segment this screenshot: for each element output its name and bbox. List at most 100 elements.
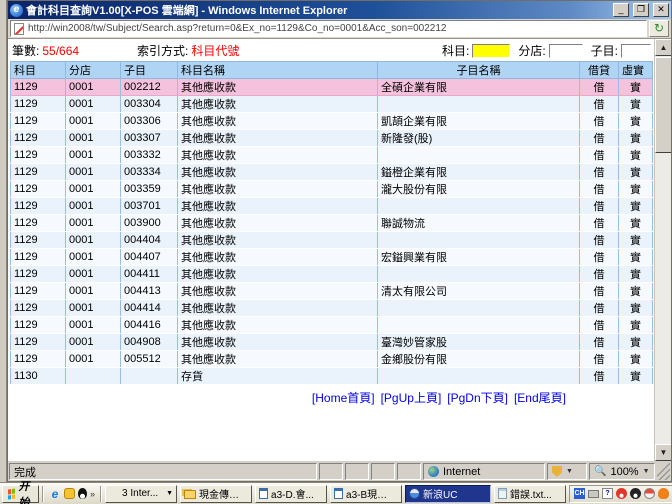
table-row[interactable]: 1129 0001 004416 其他應收款 借 實 — [11, 317, 653, 334]
index-mode-label: 索引方式: — [137, 42, 188, 59]
table-row[interactable]: 1129 0001 003307 其他應收款 新隆發(股) 借 實 — [11, 130, 653, 147]
cell-subject-name: 其他應收款 — [178, 113, 378, 130]
table-row[interactable]: 1129 0001 003304 其他應收款 借 實 — [11, 96, 653, 113]
subitem-field-label: 子目: — [591, 42, 618, 59]
table-row[interactable]: 1130 存貨 借 實 — [11, 368, 653, 385]
qq-black-icon[interactable] — [630, 488, 641, 499]
cell-subitem-name: 臺灣妙管家股 — [378, 334, 580, 351]
uc-quicklaunch-icon[interactable] — [64, 488, 75, 499]
maximize-button[interactable]: ❐ — [633, 3, 649, 17]
cell-real-virtual: 實 — [619, 147, 653, 164]
pagination: [Home首頁] [PgUp上頁] [PgDn下頁] [End尾頁] — [10, 389, 652, 406]
zoom-control-pane[interactable]: 🔍 100% ▼ — [589, 463, 655, 480]
branch-input[interactable] — [549, 44, 583, 58]
cell-debit-credit: 借 — [580, 181, 619, 198]
table-row[interactable]: 1129 0001 003334 其他應收款 鎰橙企業有限 借 實 — [11, 164, 653, 181]
overflow-chevron-icon[interactable]: » — [90, 489, 95, 499]
cell-subject-name: 其他應收款 — [178, 181, 378, 198]
scrollbar-thumb[interactable] — [655, 57, 671, 153]
index-mode-value: 科目代號 — [191, 42, 239, 59]
table-row[interactable]: 1129 0001 003701 其他應收款 借 實 — [11, 198, 653, 215]
cell-debit-credit: 借 — [580, 300, 619, 317]
address-input[interactable]: http://win2008/tw/Subject/Search.asp?ret… — [10, 20, 647, 37]
start-button[interactable]: 开始 — [2, 485, 39, 503]
branch-field-label: 分店: — [518, 42, 545, 59]
cell-subject-code: 1129 — [11, 198, 66, 215]
uc-icon — [409, 488, 420, 499]
taskbar-divider — [42, 486, 44, 502]
taskbar-button[interactable]: 3 Inter... ▼ — [105, 485, 177, 503]
table-row[interactable]: 1129 0001 004414 其他應收款 借 實 — [11, 300, 653, 317]
cell-subitem-name — [378, 147, 580, 164]
table-row[interactable]: 1129 0001 002212 其他應收款 全碩企業有限 借 實 — [11, 79, 653, 96]
cell-subitem-code: 004908 — [121, 334, 178, 351]
taskbar-button[interactable]: 現金傳票... — [180, 485, 252, 503]
cell-real-virtual: 實 — [619, 283, 653, 300]
subitem-input[interactable] — [621, 44, 651, 58]
vertical-scrollbar[interactable]: ▲ ▼ — [654, 39, 671, 461]
pagination-link[interactable]: [Home首頁] — [312, 391, 375, 405]
cell-subject-code: 1129 — [11, 113, 66, 130]
protected-mode-pane[interactable]: ▼ — [547, 463, 587, 480]
cell-subitem-name — [378, 368, 580, 385]
status-pane — [345, 463, 369, 480]
qq-quicklaunch-icon[interactable] — [78, 488, 87, 499]
cell-branch-code: 0001 — [66, 283, 121, 300]
pagination-link[interactable]: [End尾頁] — [514, 391, 566, 405]
qq-red-icon[interactable] — [616, 488, 627, 499]
title-bar[interactable]: e 會計科目查詢V1.00[X-POS 雲端網] - Windows Inter… — [8, 1, 671, 19]
table-row[interactable]: 1129 0001 003332 其他應收款 借 實 — [11, 147, 653, 164]
subject-input[interactable] — [472, 44, 510, 58]
table-row[interactable]: 1129 0001 004404 其他應收款 借 實 — [11, 232, 653, 249]
cell-debit-credit: 借 — [580, 113, 619, 130]
cell-subject-name: 其他應收款 — [178, 334, 378, 351]
table-row[interactable]: 1129 0001 004908 其他應收款 臺灣妙管家股 借 實 — [11, 334, 653, 351]
flame-icon[interactable] — [658, 488, 669, 499]
cell-real-virtual: 實 — [619, 266, 653, 283]
cell-subitem-code: 003701 — [121, 198, 178, 215]
printer-icon[interactable] — [588, 490, 599, 498]
status-text: 完成 — [9, 463, 317, 480]
status-pane — [371, 463, 395, 480]
cell-branch-code: 0001 — [66, 147, 121, 164]
taskbar-button[interactable]: 新浪UC — [405, 485, 491, 503]
cell-subitem-name: 鎰橙企業有限 — [378, 164, 580, 181]
lang-ch-icon[interactable]: CH — [574, 488, 585, 499]
doc-icon — [259, 488, 268, 499]
table-row[interactable]: 1129 0001 004413 其他應收款 清太有限公司 借 實 — [11, 283, 653, 300]
cell-subject-name: 其他應收款 — [178, 232, 378, 249]
taskbar-button[interactable]: a3-B現金... — [330, 485, 402, 503]
scroll-down-button[interactable]: ▼ — [655, 444, 671, 461]
cell-branch-code: 0001 — [66, 96, 121, 113]
cell-debit-credit: 借 — [580, 334, 619, 351]
scroll-up-button[interactable]: ▲ — [655, 39, 671, 56]
cell-subitem-name — [378, 317, 580, 334]
quick-launch: e » — [47, 488, 97, 500]
pagination-link[interactable]: [PgDn下頁] — [447, 391, 508, 405]
taskbar-button[interactable]: a3-D.會... — [255, 485, 327, 503]
table-row[interactable]: 1129 0001 003359 其他應收款 瀧大股份有限 借 實 — [11, 181, 653, 198]
resize-grip[interactable] — [657, 463, 670, 480]
help-icon[interactable]: ? — [602, 488, 613, 499]
notepad-icon — [498, 488, 507, 499]
table-row[interactable]: 1129 0001 005512 其他應收款 金鄉股份有限 借 實 — [11, 351, 653, 368]
record-count-label: 筆數: — [12, 42, 39, 59]
pagination-link[interactable]: [PgUp上頁] — [381, 391, 442, 405]
close-button[interactable]: ✕ — [653, 3, 669, 17]
msn-ball-icon[interactable] — [644, 488, 655, 499]
table-row[interactable]: 1129 0001 003306 其他應收款 凱頡企業有限 借 實 — [11, 113, 653, 130]
cell-subitem-code: 003334 — [121, 164, 178, 181]
table-row[interactable]: 1129 0001 004411 其他應收款 借 實 — [11, 266, 653, 283]
cell-subitem-code: 004411 — [121, 266, 178, 283]
folder-icon — [184, 490, 196, 499]
taskbar-button[interactable]: 錯誤.txt... — [494, 485, 566, 503]
table-row[interactable]: 1129 0001 004407 其他應收款 宏鎰興業有限 借 實 — [11, 249, 653, 266]
start-label: 开始 — [18, 478, 33, 504]
refresh-button[interactable]: ↻ — [649, 20, 669, 37]
security-zone-pane: Internet — [423, 463, 545, 480]
cell-real-virtual: 實 — [619, 334, 653, 351]
minimize-button[interactable]: _ — [613, 3, 629, 17]
table-body: 1129 0001 002212 其他應收款 全碩企業有限 借 實 1129 — [11, 79, 653, 385]
ie-quicklaunch-icon[interactable]: e — [49, 488, 61, 500]
table-row[interactable]: 1129 0001 003900 其他應收款 聯誠物流 借 實 — [11, 215, 653, 232]
